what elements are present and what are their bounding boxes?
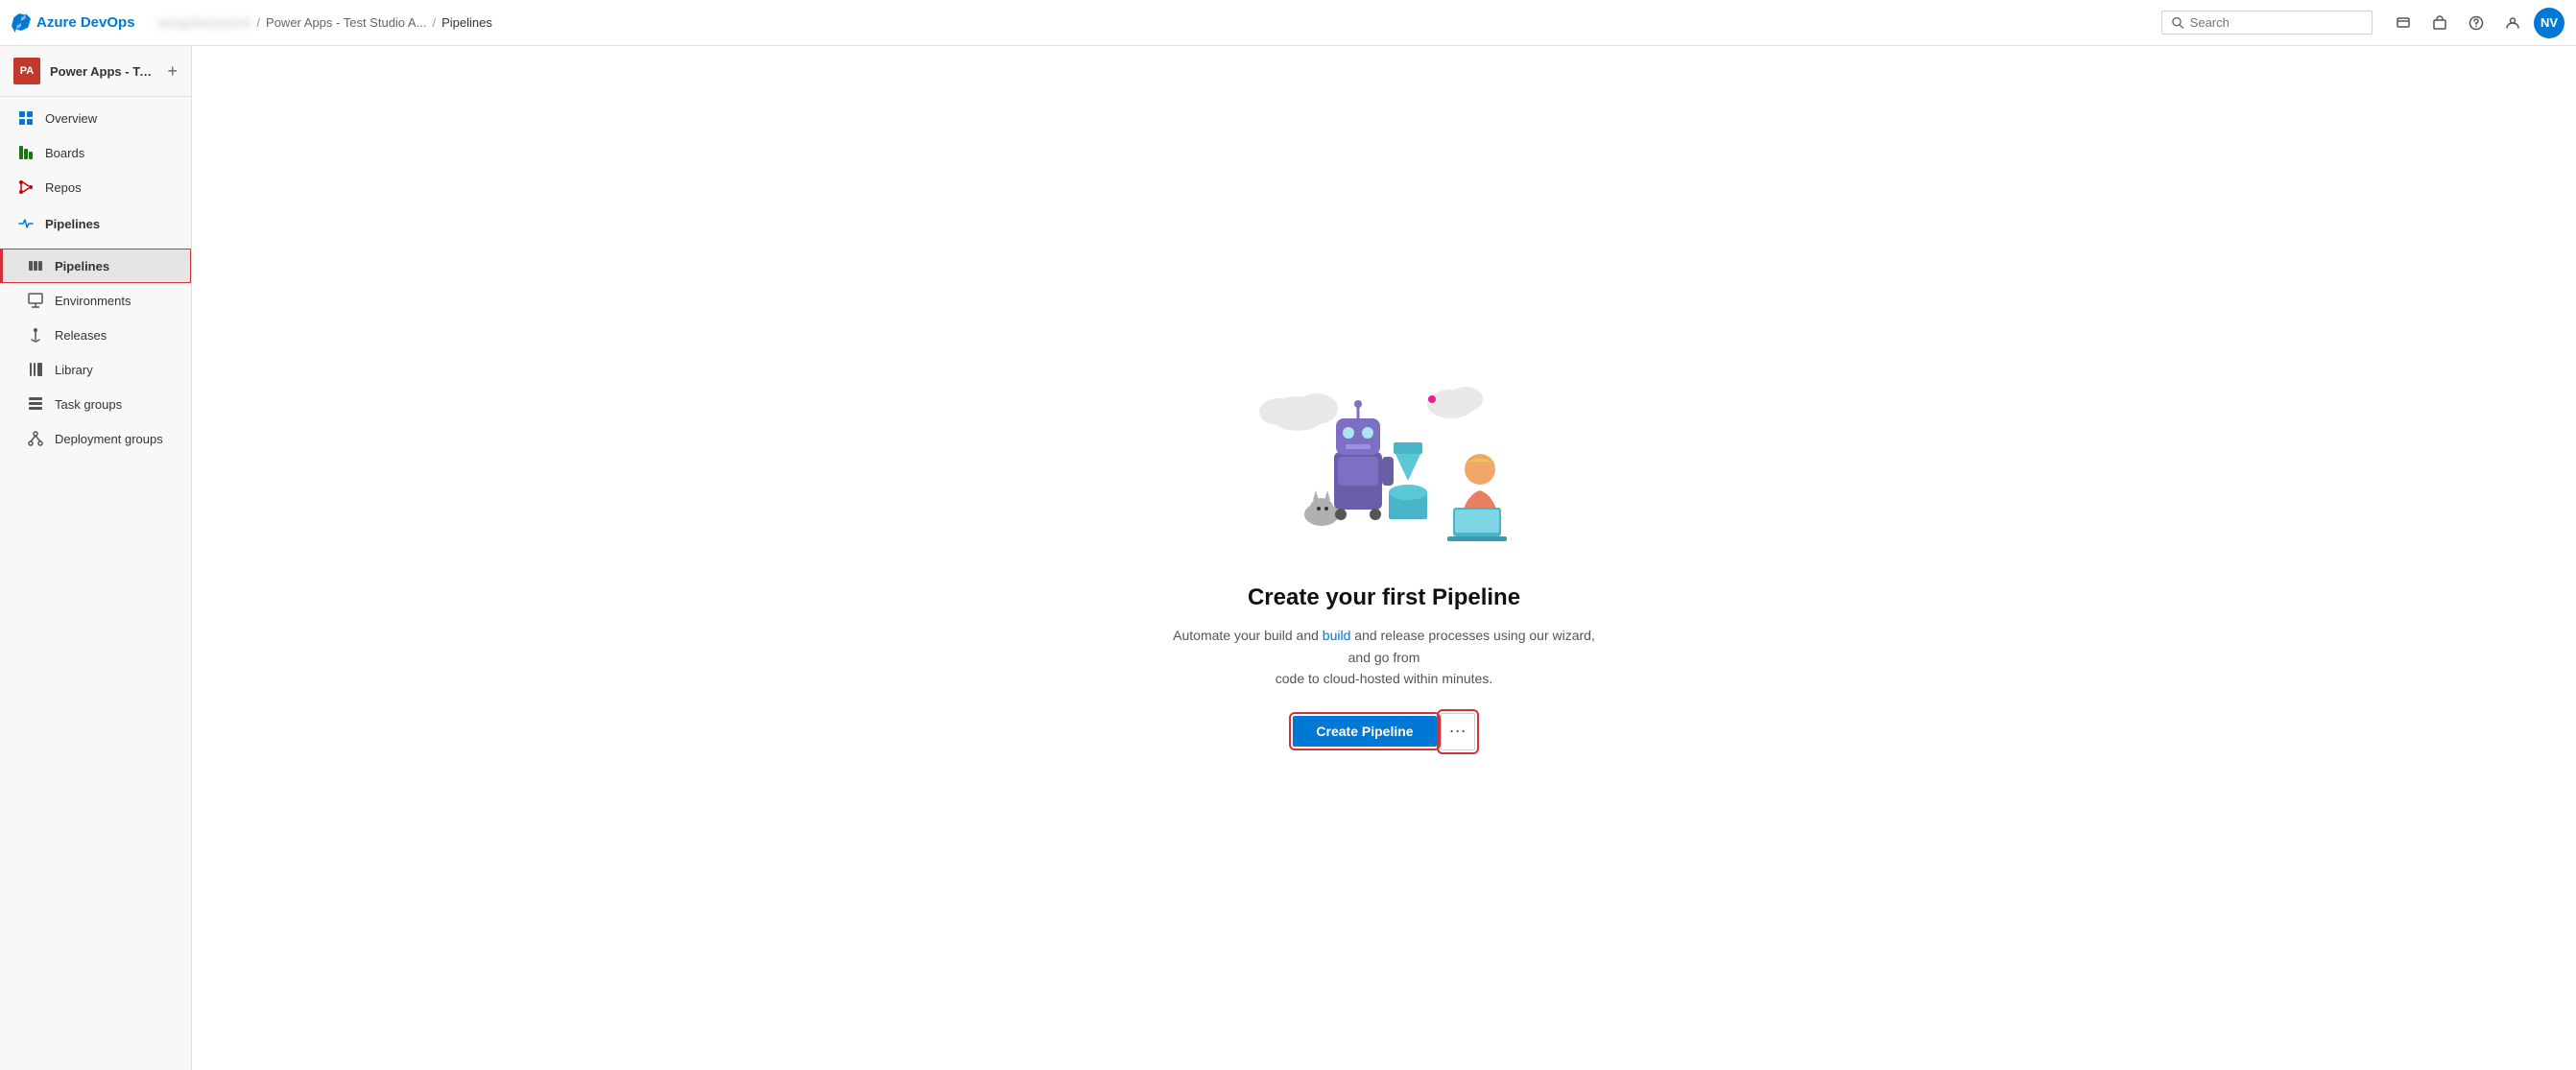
nav-section-pipelines: Pipelines Environments Releases	[0, 245, 191, 460]
sidebar-item-library[interactable]: Library	[0, 352, 191, 387]
help-icon[interactable]	[2461, 8, 2492, 38]
sidebar-item-repos[interactable]: Repos	[0, 170, 191, 204]
sidebar-item-pipelines[interactable]: Pipelines	[0, 249, 191, 283]
sidebar-item-task-groups[interactable]: Task groups	[0, 387, 191, 421]
pipelines-sub-label: Pipelines	[55, 259, 109, 273]
build-link[interactable]: build	[1323, 628, 1351, 643]
boards-label: Boards	[45, 146, 84, 160]
sidebar-item-overview[interactable]: Overview	[0, 101, 191, 135]
sidebar-item-boards[interactable]: Boards	[0, 135, 191, 170]
sidebar-item-releases[interactable]: Releases	[0, 318, 191, 352]
library-icon	[26, 360, 45, 379]
project-name[interactable]: Power Apps - Test Stud...	[50, 64, 157, 79]
create-pipeline-description: Automate your build and build and releas…	[1163, 625, 1605, 689]
pipelines-header-label: Pipelines	[45, 217, 100, 231]
sidebar-item-environments[interactable]: Environments	[0, 283, 191, 318]
create-pipeline-button[interactable]: Create Pipeline	[1293, 716, 1436, 747]
create-pipeline-card: Create your first Pipeline Automate your…	[1144, 327, 1624, 788]
nav-section-main: Overview Boards Repos Pipe	[0, 97, 191, 245]
repos-icon	[16, 178, 36, 197]
breadcrumb-current: Pipelines	[441, 15, 492, 30]
breadcrumb-project[interactable]: Power Apps - Test Studio A...	[266, 15, 426, 30]
deployment-groups-label: Deployment groups	[55, 432, 163, 446]
pipelines-sub-icon	[26, 256, 45, 275]
task-groups-icon	[26, 394, 45, 414]
topbar-actions: NV	[2388, 8, 2564, 38]
search-input[interactable]	[2190, 15, 2362, 30]
layout: PA Power Apps - Test Stud... + Overview …	[0, 46, 2576, 1070]
breadcrumb: aenguihearyarnit / Power Apps - Test Stu…	[158, 15, 2154, 30]
shopping-bag-icon[interactable]	[2424, 8, 2455, 38]
boards-icon	[16, 143, 36, 162]
pipelines-header-icon	[16, 214, 36, 233]
overview-label: Overview	[45, 111, 97, 126]
releases-label: Releases	[55, 328, 107, 343]
overview-icon	[16, 108, 36, 128]
project-header: PA Power Apps - Test Stud... +	[0, 46, 191, 97]
task-groups-label: Task groups	[55, 397, 122, 412]
add-project-button[interactable]: +	[167, 61, 178, 82]
user-avatar[interactable]: NV	[2534, 8, 2564, 38]
more-options-button[interactable]: ⋯	[1441, 713, 1475, 750]
notifications-icon[interactable]	[2388, 8, 2419, 38]
deployment-groups-icon	[26, 429, 45, 448]
sidebar-item-deployment-groups[interactable]: Deployment groups	[0, 421, 191, 456]
pipeline-illustration	[1221, 366, 1547, 558]
repos-label: Repos	[45, 180, 82, 195]
project-avatar: PA	[13, 58, 40, 84]
sidebar-item-pipelines-header[interactable]: Pipelines	[0, 204, 191, 241]
user-settings-icon[interactable]	[2497, 8, 2528, 38]
search-icon	[2172, 16, 2184, 30]
topbar: Azure DevOps aenguihearyarnit / Power Ap…	[0, 0, 2576, 46]
library-label: Library	[55, 363, 93, 377]
search-box[interactable]	[2161, 11, 2373, 35]
sidebar: PA Power Apps - Test Stud... + Overview …	[0, 46, 192, 1070]
breadcrumb-org: aenguihearyarnit	[158, 15, 251, 30]
create-pipeline-actions: Create Pipeline ⋯	[1293, 713, 1474, 750]
create-pipeline-title: Create your first Pipeline	[1248, 584, 1520, 611]
releases-icon	[26, 325, 45, 345]
environments-icon	[26, 291, 45, 310]
main-content: Create your first Pipeline Automate your…	[192, 46, 2576, 1070]
azure-devops-logo[interactable]: Azure DevOps	[12, 13, 135, 33]
environments-label: Environments	[55, 294, 131, 308]
